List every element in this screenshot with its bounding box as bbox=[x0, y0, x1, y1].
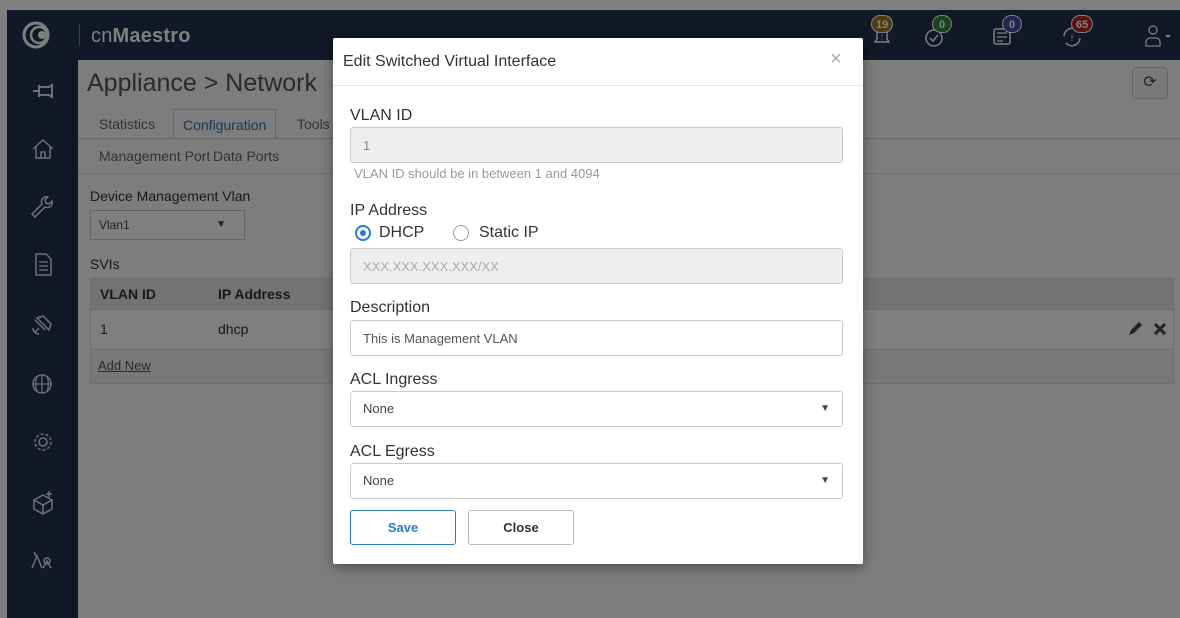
static-ip-radio-label[interactable]: Static IP bbox=[479, 225, 539, 241]
dhcp-radio[interactable] bbox=[355, 225, 371, 241]
acl-ingress-label: ACL Ingress bbox=[350, 371, 438, 388]
save-button[interactable]: Save bbox=[350, 510, 456, 545]
acl-ingress-value: None bbox=[363, 401, 395, 416]
close-button[interactable]: Close bbox=[468, 510, 574, 545]
acl-egress-value: None bbox=[363, 473, 395, 488]
vlan-id-help: VLAN ID should be in between 1 and 4094 bbox=[354, 166, 600, 181]
acl-ingress-select[interactable]: None ▼ bbox=[350, 391, 843, 427]
close-icon[interactable]: × bbox=[830, 48, 842, 70]
chevron-down-icon: ▼ bbox=[820, 475, 830, 486]
dhcp-radio-label[interactable]: DHCP bbox=[379, 225, 424, 241]
vlan-id-label: VLAN ID bbox=[350, 107, 413, 124]
static-ip-radio[interactable] bbox=[453, 225, 469, 241]
dialog-header: Edit Switched Virtual Interface × bbox=[333, 38, 863, 86]
dialog-title: Edit Switched Virtual Interface bbox=[343, 53, 557, 70]
edit-svi-dialog: Edit Switched Virtual Interface × VLAN I… bbox=[333, 38, 863, 564]
chevron-down-icon: ▼ bbox=[820, 403, 830, 414]
vlan-id-input[interactable] bbox=[350, 127, 843, 163]
acl-egress-select[interactable]: None ▼ bbox=[350, 463, 843, 499]
acl-egress-label: ACL Egress bbox=[350, 443, 435, 460]
description-label: Description bbox=[350, 299, 431, 316]
ip-address-input[interactable] bbox=[350, 248, 843, 284]
description-input[interactable] bbox=[350, 320, 843, 356]
ip-address-label: IP Address bbox=[350, 202, 428, 219]
